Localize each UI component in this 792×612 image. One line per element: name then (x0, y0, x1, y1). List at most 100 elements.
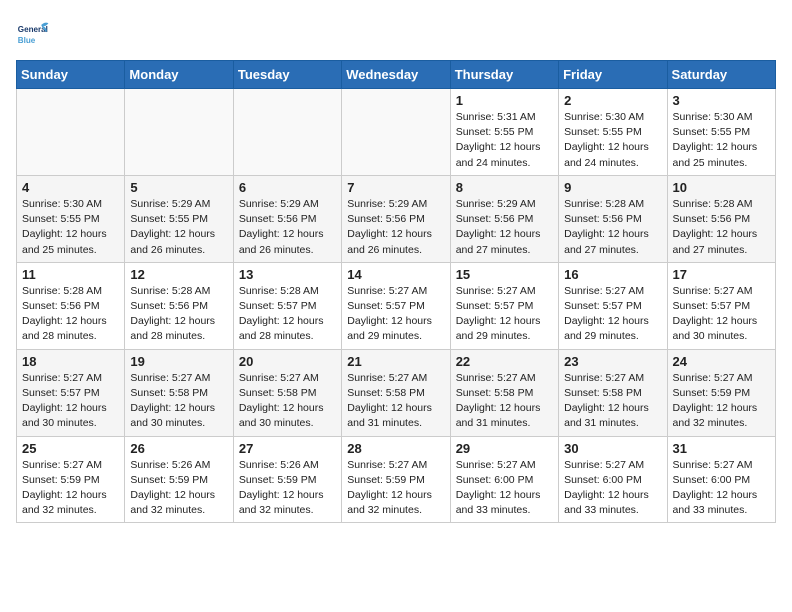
day-info: Sunrise: 5:27 AMSunset: 5:57 PMDaylight:… (347, 284, 444, 345)
calendar-cell: 3 Sunrise: 5:30 AMSunset: 5:55 PMDaylight… (667, 89, 775, 176)
day-number: 3 (673, 93, 770, 108)
calendar-cell: 14 Sunrise: 5:27 AMSunset: 5:57 PMDayligh… (342, 262, 450, 349)
calendar-cell (342, 89, 450, 176)
day-number: 26 (130, 441, 227, 456)
calendar-cell (125, 89, 233, 176)
logo: General Blue (16, 16, 52, 52)
day-info: Sunrise: 5:27 AMSunset: 5:58 PMDaylight:… (130, 371, 227, 432)
calendar-cell: 11Sunrise: 5:28 AMSunset: 5:56 PMDayligh… (17, 262, 125, 349)
day-number: 2 (564, 93, 661, 108)
day-number: 15 (456, 267, 553, 282)
calendar-cell: 7 Sunrise: 5:29 AMSunset: 5:56 PMDaylight… (342, 175, 450, 262)
calendar-cell: 5 Sunrise: 5:29 AMSunset: 5:55 PMDaylight… (125, 175, 233, 262)
day-info: Sunrise: 5:27 AMSunset: 5:57 PMDaylight:… (564, 284, 661, 345)
calendar-header-row: SundayMondayTuesdayWednesdayThursdayFrid… (17, 61, 776, 89)
day-number: 18 (22, 354, 119, 369)
day-info: Sunrise: 5:28 AMSunset: 5:56 PMDaylight:… (564, 197, 661, 258)
calendar-header-tuesday: Tuesday (233, 61, 341, 89)
day-number: 24 (673, 354, 770, 369)
calendar-cell: 10 Sunrise: 5:28 AMSunset: 5:56 PMDayligh… (667, 175, 775, 262)
calendar-cell (233, 89, 341, 176)
svg-text:Blue: Blue (18, 36, 36, 45)
calendar-cell: 31Sunrise: 5:27 AMSunset: 6:00 PMDayligh… (667, 436, 775, 523)
day-number: 7 (347, 180, 444, 195)
day-number: 4 (22, 180, 119, 195)
day-number: 8 (456, 180, 553, 195)
calendar-cell: 23 Sunrise: 5:27 AMSunset: 5:58 PMDayligh… (559, 349, 667, 436)
day-number: 14 (347, 267, 444, 282)
day-number: 5 (130, 180, 227, 195)
calendar-header-saturday: Saturday (667, 61, 775, 89)
day-info: Sunrise: 5:27 AMSunset: 6:00 PMDaylight:… (564, 458, 661, 519)
day-info: Sunrise: 5:27 AMSunset: 6:00 PMDaylight:… (456, 458, 553, 519)
calendar-cell: 16 Sunrise: 5:27 AMSunset: 5:57 PMDayligh… (559, 262, 667, 349)
calendar-cell: 13 Sunrise: 5:28 AMSunset: 5:57 PMDayligh… (233, 262, 341, 349)
day-number: 25 (22, 441, 119, 456)
calendar-cell: 22 Sunrise: 5:27 AMSunset: 5:58 PMDayligh… (450, 349, 558, 436)
day-info: Sunrise: 5:28 AMSunset: 5:57 PMDaylight:… (239, 284, 336, 345)
calendar-header-sunday: Sunday (17, 61, 125, 89)
day-number: 11 (22, 267, 119, 282)
day-info: Sunrise: 5:27 AMSunset: 5:58 PMDaylight:… (564, 371, 661, 432)
day-info: Sunrise: 5:29 AMSunset: 5:55 PMDaylight:… (130, 197, 227, 258)
day-info: Sunrise: 5:28 AMSunset: 5:56 PMDaylight:… (130, 284, 227, 345)
calendar-cell: 27Sunrise: 5:26 AMSunset: 5:59 PMDayligh… (233, 436, 341, 523)
calendar-cell (17, 89, 125, 176)
calendar-cell: 6 Sunrise: 5:29 AMSunset: 5:56 PMDaylight… (233, 175, 341, 262)
day-number: 10 (673, 180, 770, 195)
day-number: 12 (130, 267, 227, 282)
calendar-cell: 26 Sunrise: 5:26 AMSunset: 5:59 PMDayligh… (125, 436, 233, 523)
day-number: 19 (130, 354, 227, 369)
day-number: 1 (456, 93, 553, 108)
day-info: Sunrise: 5:27 AMSunset: 5:57 PMDaylight:… (22, 371, 119, 432)
day-number: 16 (564, 267, 661, 282)
calendar-header-thursday: Thursday (450, 61, 558, 89)
day-number: 22 (456, 354, 553, 369)
calendar-cell: 30Sunrise: 5:27 AMSunset: 6:00 PMDayligh… (559, 436, 667, 523)
calendar-cell: 17 Sunrise: 5:27 AMSunset: 5:57 PMDayligh… (667, 262, 775, 349)
week-row-5: 25 Sunrise: 5:27 AMSunset: 5:59 PMDayligh… (17, 436, 776, 523)
day-info: Sunrise: 5:30 AMSunset: 5:55 PMDaylight:… (22, 197, 119, 258)
calendar-cell: 1 Sunrise: 5:31 AMSunset: 5:55 PMDaylight… (450, 89, 558, 176)
calendar-cell: 20Sunrise: 5:27 AMSunset: 5:58 PMDayligh… (233, 349, 341, 436)
day-info: Sunrise: 5:30 AMSunset: 5:55 PMDaylight:… (564, 110, 661, 171)
day-info: Sunrise: 5:31 AMSunset: 5:55 PMDaylight:… (456, 110, 553, 171)
day-number: 21 (347, 354, 444, 369)
page-header: General Blue (16, 16, 776, 52)
week-row-2: 4 Sunrise: 5:30 AMSunset: 5:55 PMDaylight… (17, 175, 776, 262)
calendar-cell: 9 Sunrise: 5:28 AMSunset: 5:56 PMDaylight… (559, 175, 667, 262)
calendar-header-wednesday: Wednesday (342, 61, 450, 89)
day-info: Sunrise: 5:27 AMSunset: 5:58 PMDaylight:… (239, 371, 336, 432)
calendar-cell: 19 Sunrise: 5:27 AMSunset: 5:58 PMDayligh… (125, 349, 233, 436)
day-info: Sunrise: 5:30 AMSunset: 5:55 PMDaylight:… (673, 110, 770, 171)
calendar-cell: 4 Sunrise: 5:30 AMSunset: 5:55 PMDaylight… (17, 175, 125, 262)
day-number: 31 (673, 441, 770, 456)
calendar-cell: 24 Sunrise: 5:27 AMSunset: 5:59 PMDayligh… (667, 349, 775, 436)
calendar-cell: 29Sunrise: 5:27 AMSunset: 6:00 PMDayligh… (450, 436, 558, 523)
day-number: 23 (564, 354, 661, 369)
logo-icon: General Blue (16, 16, 52, 52)
calendar-cell: 12 Sunrise: 5:28 AMSunset: 5:56 PMDayligh… (125, 262, 233, 349)
day-info: Sunrise: 5:27 AMSunset: 5:59 PMDaylight:… (347, 458, 444, 519)
day-info: Sunrise: 5:27 AMSunset: 5:58 PMDaylight:… (456, 371, 553, 432)
calendar-header-friday: Friday (559, 61, 667, 89)
calendar-cell: 15Sunrise: 5:27 AMSunset: 5:57 PMDayligh… (450, 262, 558, 349)
day-info: Sunrise: 5:27 AMSunset: 5:58 PMDaylight:… (347, 371, 444, 432)
calendar-cell: 25Sunrise: 5:27 AMSunset: 5:59 PMDayligh… (17, 436, 125, 523)
day-number: 9 (564, 180, 661, 195)
calendar-table: SundayMondayTuesdayWednesdayThursdayFrid… (16, 60, 776, 523)
week-row-4: 18 Sunrise: 5:27 AMSunset: 5:57 PMDayligh… (17, 349, 776, 436)
day-number: 13 (239, 267, 336, 282)
day-number: 6 (239, 180, 336, 195)
day-info: Sunrise: 5:28 AMSunset: 5:56 PMDaylight:… (673, 197, 770, 258)
day-number: 17 (673, 267, 770, 282)
day-number: 27 (239, 441, 336, 456)
day-info: Sunrise: 5:29 AMSunset: 5:56 PMDaylight:… (347, 197, 444, 258)
day-info: Sunrise: 5:29 AMSunset: 5:56 PMDaylight:… (239, 197, 336, 258)
week-row-1: 1 Sunrise: 5:31 AMSunset: 5:55 PMDaylight… (17, 89, 776, 176)
day-info: Sunrise: 5:27 AMSunset: 5:59 PMDaylight:… (673, 371, 770, 432)
day-info: Sunrise: 5:29 AMSunset: 5:56 PMDaylight:… (456, 197, 553, 258)
day-info: Sunrise: 5:26 AMSunset: 5:59 PMDaylight:… (130, 458, 227, 519)
day-info: Sunrise: 5:27 AMSunset: 5:57 PMDaylight:… (673, 284, 770, 345)
calendar-cell: 2 Sunrise: 5:30 AMSunset: 5:55 PMDaylight… (559, 89, 667, 176)
